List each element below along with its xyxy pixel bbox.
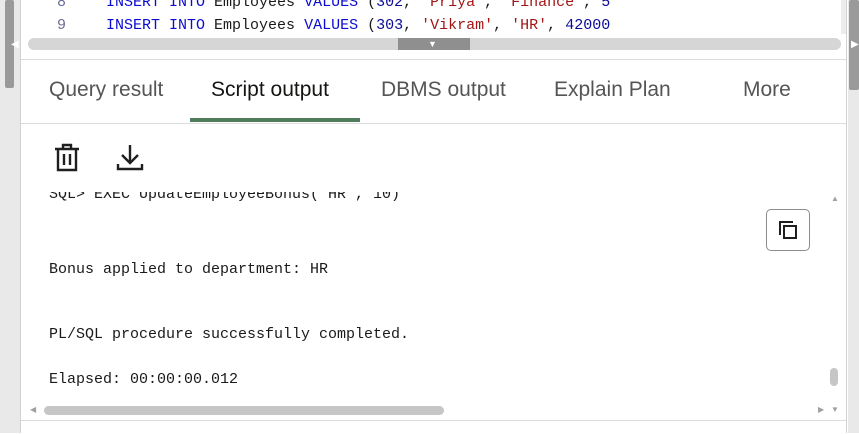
divider: [21, 123, 846, 124]
comma: ,: [403, 0, 422, 11]
code-line[interactable]: 8 INSERT INTO Employees VALUES (302, 'Pri…: [21, 0, 610, 13]
number-literal: 42000: [565, 17, 611, 34]
output-horizontal-scrollbar[interactable]: ◀ ▶: [30, 405, 830, 417]
scroll-down-icon[interactable]: ▼: [831, 406, 839, 414]
number-literal: 302: [376, 0, 404, 11]
copy-output-button[interactable]: [766, 209, 810, 251]
keyword: INSERT INTO: [106, 0, 206, 11]
string-literal: 'Vikram': [421, 17, 494, 34]
scroll-up-icon[interactable]: ▲: [831, 195, 839, 203]
line-number: 9: [56, 17, 66, 34]
left-handle-bar[interactable]: ◀: [5, 0, 19, 88]
comma: ,: [547, 17, 566, 34]
scroll-thumb[interactable]: [830, 368, 838, 386]
script-output-panel[interactable]: SQL> EXEC UpdateEmployeeBonus('HR', 10) …: [21, 192, 836, 402]
left-panel-collapse-handle[interactable]: ◀: [0, 0, 20, 433]
clear-output-button[interactable]: [47, 138, 87, 178]
paren: (: [358, 17, 377, 34]
tab-explain-plan[interactable]: Explain Plan: [554, 78, 671, 102]
active-tab-indicator: [190, 118, 360, 122]
comma: ,: [493, 17, 512, 34]
right-panel-collapse-handle[interactable]: ▶: [848, 0, 859, 433]
line-number: 8: [56, 0, 66, 11]
comma: ,: [484, 0, 503, 11]
table-name: Employees: [205, 0, 305, 11]
tab-query-result[interactable]: Query result: [49, 78, 163, 102]
splitter-grip[interactable]: ▼: [398, 38, 470, 50]
chevron-left-icon: ◀: [11, 39, 19, 50]
keyword: INSERT INTO: [106, 17, 206, 34]
output-tabs: Query result Script output DBMS output E…: [21, 60, 846, 124]
keyword: VALUES: [304, 17, 359, 34]
number-literal: 5: [601, 0, 611, 11]
keyword: VALUES: [304, 0, 359, 11]
tab-more[interactable]: More: [743, 78, 791, 102]
string-literal: 'HR': [511, 17, 548, 34]
output-line: PL/SQL procedure successfully completed.: [49, 326, 410, 343]
right-handle-bar[interactable]: ▶: [849, 0, 859, 90]
trash-icon: [55, 143, 79, 172]
panel-border-right: [846, 0, 847, 433]
tab-dbms-output[interactable]: DBMS output: [381, 78, 506, 102]
scroll-left-icon[interactable]: ◀: [30, 406, 36, 414]
string-literal: 'Priya': [421, 0, 485, 11]
panel-footer: [21, 420, 846, 434]
tab-script-output[interactable]: Script output: [211, 78, 329, 102]
copy-icon: [779, 221, 797, 239]
string-literal: 'Finance': [502, 0, 584, 11]
chevron-down-icon: ▼: [428, 39, 437, 49]
paren: (: [358, 0, 377, 11]
comma: ,: [403, 17, 422, 34]
download-icon: [116, 145, 144, 171]
scroll-right-icon[interactable]: ▶: [818, 406, 824, 414]
editor-scrollbar[interactable]: [841, 0, 846, 34]
panel-splitter[interactable]: ▼: [28, 38, 841, 50]
output-line: SQL> EXEC UpdateEmployeeBonus('HR', 10): [49, 192, 401, 203]
sql-editor[interactable]: 8 INSERT INTO Employees VALUES (302, 'Pri…: [21, 0, 846, 34]
scroll-thumb[interactable]: [44, 406, 444, 415]
number-literal: 303: [376, 17, 404, 34]
chevron-right-icon: ▶: [851, 39, 859, 50]
code-line[interactable]: 9 INSERT INTO Employees VALUES (303, 'Vik…: [21, 16, 610, 34]
download-output-button[interactable]: [110, 138, 150, 178]
table-name: Employees: [205, 17, 305, 34]
comma: ,: [583, 0, 602, 11]
output-line: Bonus applied to department: HR: [49, 261, 329, 278]
output-vertical-scrollbar[interactable]: ▲ ▼: [829, 195, 841, 415]
output-line: Elapsed: 00:00:00.012: [49, 371, 239, 388]
